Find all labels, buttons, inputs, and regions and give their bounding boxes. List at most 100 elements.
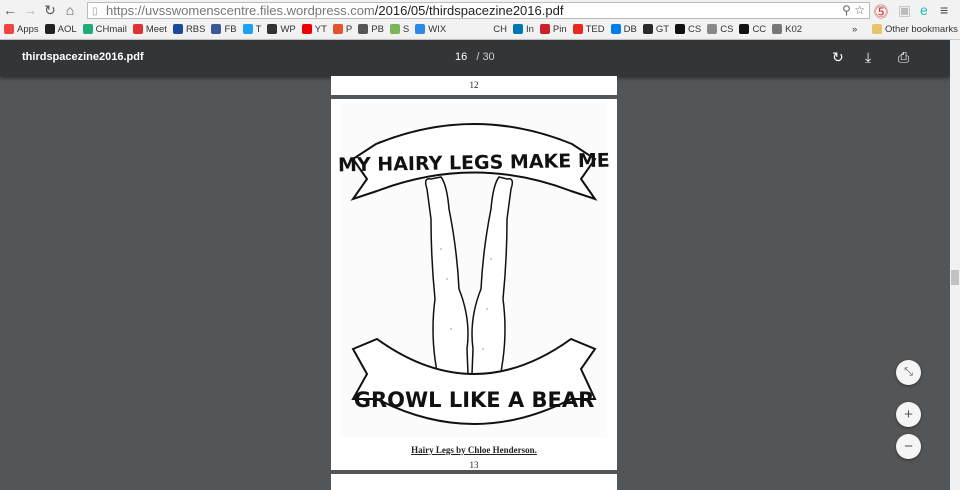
bookmark-item[interactable]: Apps [4, 24, 39, 35]
bookmark-item[interactable]: PB [358, 24, 384, 35]
bookmark-icon [389, 24, 400, 35]
hairy-legs-illustration: MY HAIRY LEGS MAKE ME GROWL LIKE A BEAR [338, 103, 610, 437]
menu-icon[interactable]: ≡ [940, 2, 948, 18]
bookmark-icon [82, 24, 93, 35]
address-bar[interactable]: ▯ https://uvsswomenscentre.files.wordpre… [87, 2, 870, 19]
zoom-icon[interactable]: ⚲ [842, 3, 851, 17]
bookmark-label: DB [623, 24, 637, 35]
bookmarks-bar: Apps AOL CHmail Meet RBS FB T WP YT P PB S WIX CH In Pi… [0, 20, 960, 40]
bookmark-icon [739, 24, 750, 35]
bookmark-icon [675, 24, 686, 35]
bookmark-icon [267, 24, 278, 35]
bookmark-label: GT [655, 24, 670, 35]
download-icon[interactable]: ⤓ [865, 49, 871, 66]
bookmark-label: S [402, 24, 410, 35]
bookmark-item[interactable]: CH [480, 24, 507, 35]
extension-icon[interactable]: ▣ [898, 2, 911, 19]
folder-icon [872, 24, 882, 35]
bookmark-item[interactable]: Meet [132, 24, 167, 35]
url-path: /2016/05/thirdspacezine2016.pdf [374, 3, 564, 18]
bookmark-item[interactable]: In [512, 24, 534, 35]
bookmark-item[interactable]: WP [267, 24, 296, 35]
bookmark-item[interactable]: RBS [172, 24, 205, 35]
bookmark-item[interactable]: YT [301, 24, 327, 35]
bookmark-label: Pin [552, 24, 567, 35]
total-pages: 30 [482, 51, 495, 63]
bookmark-label: CH [493, 24, 507, 35]
bookmark-icon [242, 24, 253, 35]
zoom-in-button[interactable]: + [896, 402, 921, 427]
bookmarks-overflow-button[interactable]: » [852, 24, 857, 35]
bookmark-label: In [525, 24, 534, 35]
page-number: 12 [469, 80, 479, 90]
bookmark-item[interactable]: Pin [539, 24, 567, 35]
bookmark-label: FB [224, 24, 237, 35]
bookmark-label: TED [585, 24, 605, 35]
pdf-page-next [331, 474, 617, 490]
bookmark-item[interactable]: AOL [44, 24, 77, 35]
bookmark-item[interactable]: P [332, 24, 353, 35]
rotate-icon[interactable]: ↻ [832, 49, 844, 66]
star-icon[interactable]: ☆ [854, 3, 865, 17]
back-button[interactable]: ← [0, 2, 20, 18]
bookmark-item[interactable]: CHmail [82, 24, 127, 35]
bookmark-item[interactable]: FB [211, 24, 237, 35]
bookmark-icon [572, 24, 583, 35]
bookmark-icon [172, 24, 183, 35]
bookmark-label: YT [314, 24, 327, 35]
print-icon[interactable]: ⎙ [898, 49, 909, 66]
pdf-page: MY HAIRY LEGS MAKE ME GROWL LIKE A BEAR … [331, 99, 617, 470]
bookmark-item[interactable]: CS [675, 24, 701, 35]
bookmark-item[interactable]: DB [610, 24, 637, 35]
page-number-input[interactable]: 16 [455, 51, 467, 63]
bookmark-icon [610, 24, 621, 35]
bookmark-icon [301, 24, 312, 35]
pdf-toolbar: thirdspacezine2016.pdf 16 / 30 ↻ ⤓ ⎙ [0, 40, 950, 76]
pdf-page-prev: 12 [331, 76, 617, 95]
forward-button[interactable]: → [20, 2, 40, 18]
home-button[interactable]: ⌂ [60, 2, 80, 18]
bookmark-icon [44, 24, 55, 35]
bookmark-icon [772, 24, 783, 35]
bookmark-item[interactable]: K02 [772, 24, 802, 35]
page-icon: ▯ [92, 6, 98, 17]
url-host: https://uvsswomenscentre.files.wordpress… [106, 3, 375, 18]
bookmark-label: Meet [145, 24, 167, 35]
browser-toolbar: ← → ↻ ⌂ ▯ https://uvsswomenscentre.files… [0, 0, 960, 20]
bookmark-item[interactable]: CS [707, 24, 733, 35]
bookmark-item[interactable]: T [242, 24, 262, 35]
image-caption: Hairy Legs by Chloe Henderson. [411, 445, 537, 455]
art-bottom-text: GROWL LIKE A BEAR [354, 388, 595, 412]
other-bookmarks-folder[interactable]: Other bookmarks [872, 24, 958, 35]
e-extension-icon[interactable]: e [920, 2, 928, 18]
bookmark-icon [539, 24, 550, 35]
bookmark-label: WP [280, 24, 296, 35]
bookmark-item[interactable]: GT [642, 24, 670, 35]
fit-page-button[interactable]: ⤡ [896, 360, 921, 385]
bookmark-icon [642, 24, 653, 35]
bookmark-icon [332, 24, 343, 35]
scrollbar-thumb[interactable] [951, 270, 959, 285]
page-indicator: 16 / 30 [455, 51, 495, 63]
bookmark-label: T [255, 24, 262, 35]
bookmark-label: Apps [17, 24, 39, 35]
bookmark-item[interactable]: S [389, 24, 410, 35]
bookmark-label: CHmail [95, 24, 127, 35]
bookmark-icon [358, 24, 369, 35]
bookmark-item[interactable]: TED [572, 24, 605, 35]
bookmark-icon [132, 24, 143, 35]
bookmark-item[interactable]: CC [739, 24, 766, 35]
bookmark-item[interactable]: WIX [415, 24, 446, 35]
bookmark-label: P [345, 24, 353, 35]
bookmark-label: CC [752, 24, 767, 35]
page-separator: / [476, 51, 480, 63]
pinterest-extension-icon[interactable]: ⓹ [874, 2, 888, 22]
zoom-out-button[interactable]: − [896, 434, 921, 459]
bookmark-label: AOL [57, 24, 77, 35]
reload-button[interactable]: ↻ [40, 2, 60, 19]
page-number: 13 [469, 460, 479, 470]
bookmark-label: CS [720, 24, 734, 35]
scrollbar[interactable] [950, 40, 960, 490]
document-title: thirdspacezine2016.pdf [22, 51, 144, 63]
bookmark-label: K02 [785, 24, 803, 35]
